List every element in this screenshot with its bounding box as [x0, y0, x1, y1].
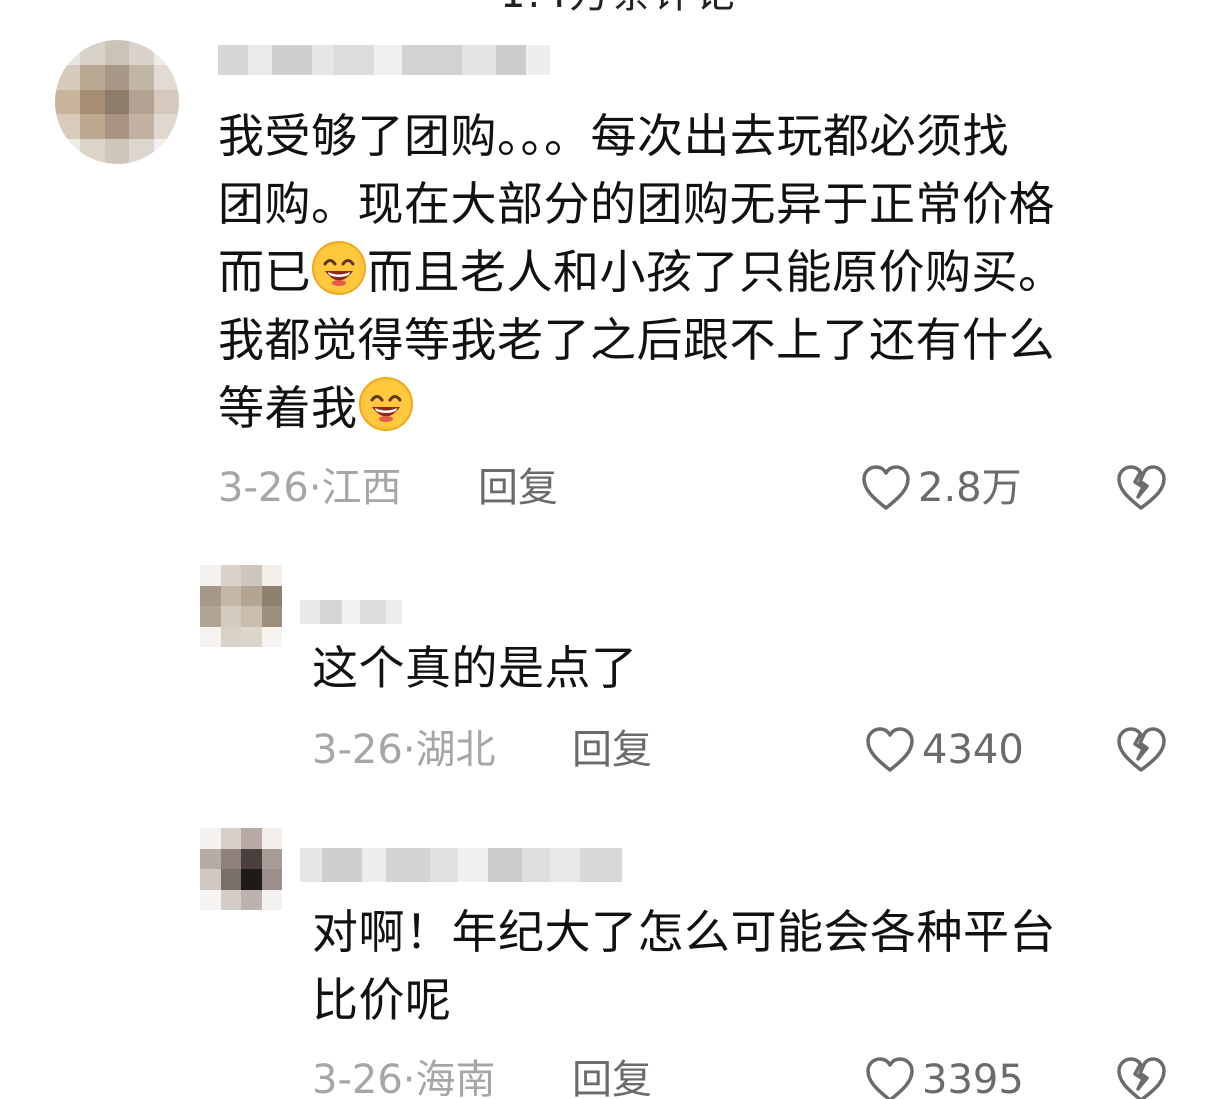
like-count: 4340 [922, 727, 1024, 773]
grinning-emoji-icon [358, 377, 413, 431]
reply-button[interactable]: 回复 [572, 730, 652, 770]
comment-line: 我都觉得等我老了之后跟不上了还有什么 [218, 313, 1055, 367]
comment-line: 团购。现在大部分的团购无异于正常价格 [218, 177, 1055, 231]
avatar[interactable] [55, 40, 179, 164]
reply-button[interactable]: 回复 [478, 468, 558, 508]
comment-date-location: 3-26·湖北 [312, 727, 496, 773]
like-count: 3395 [922, 1057, 1024, 1099]
comment-text: 我受够了团购。。。每次出去玩都必须找 团购。现在大部分的团购无异于正常价格 而已… [218, 102, 1198, 442]
username-blurred[interactable] [300, 848, 622, 882]
comment-fragment: 而且老人和小孩了只能原价购买。 [367, 245, 1065, 299]
like-button[interactable]: 3395 [864, 1054, 1024, 1099]
avatar[interactable] [200, 565, 282, 647]
reply-item: 这个真的是点了 3-26·湖北 回复 4340 [0, 540, 1224, 810]
comment-line: 我受够了团购。。。每次出去玩都必须找 [218, 109, 1009, 163]
comment-item: 我受够了团购。。。每次出去玩都必须找 团购。现在大部分的团购无异于正常价格 而已… [0, 0, 1224, 540]
comment-fragment: 而已 [218, 245, 311, 299]
comment-date-location: 3-26·海南 [312, 1057, 496, 1099]
like-button[interactable]: 4340 [864, 724, 1024, 776]
username-blurred[interactable] [218, 45, 550, 75]
comment-line: 等着我 [218, 374, 1198, 442]
comment-line: 对啊！年纪大了怎么可能会各种平台 [312, 905, 1056, 959]
reply-button[interactable]: 回复 [572, 1060, 652, 1099]
broken-heart-icon[interactable] [1114, 1054, 1168, 1099]
username-blurred[interactable] [300, 600, 402, 624]
comment-text: 对啊！年纪大了怎么可能会各种平台 比价呢 [312, 898, 1192, 1034]
broken-heart-icon[interactable] [1114, 462, 1168, 512]
heart-outline-icon [866, 727, 914, 772]
reply-item: 对啊！年纪大了怎么可能会各种平台 比价呢 3-26·海南 回复 3395 [0, 810, 1224, 1099]
like-count: 2.8万 [918, 465, 1022, 511]
like-button[interactable]: 2.8万 [860, 462, 1022, 514]
comment-page: 1.4万条评论 我受够了团购。。。每次出去玩都必须找 团购。现在大部分的团购无异… [0, 0, 1224, 1099]
heart-outline-icon [862, 465, 910, 510]
comment-text: 这个真的是点了 [312, 641, 638, 695]
broken-heart-icon[interactable] [1114, 724, 1168, 774]
grinning-emoji-icon [312, 241, 366, 295]
avatar[interactable] [200, 828, 282, 910]
comment-line: 比价呢 [312, 973, 452, 1027]
heart-outline-icon [866, 1057, 914, 1099]
comment-fragment: 等着我 [218, 381, 358, 435]
comment-date-location: 3-26·江西 [218, 465, 402, 511]
comment-line: 而已 而且老人和小孩了只能原价购买。 [218, 238, 1198, 306]
